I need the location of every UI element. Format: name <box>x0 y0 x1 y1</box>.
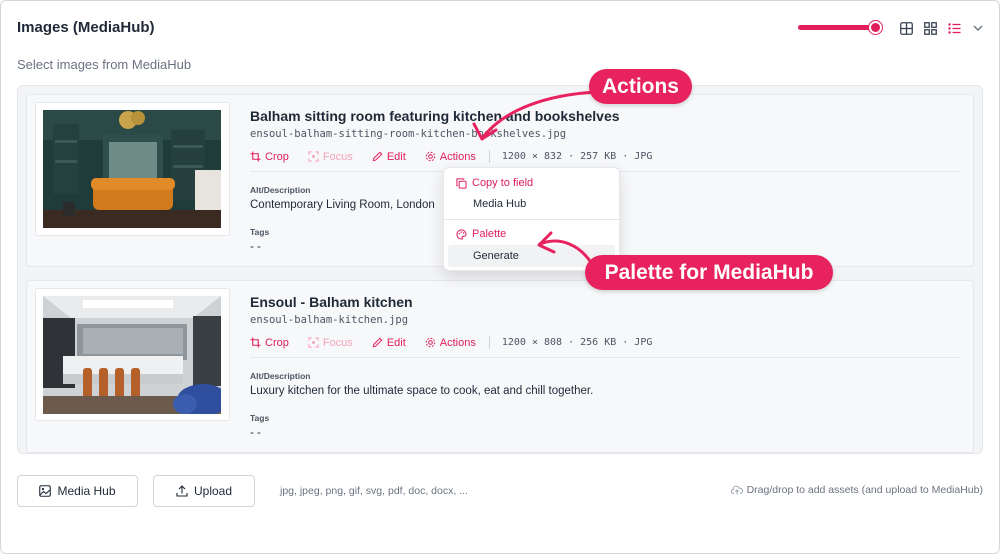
alt-value[interactable]: Luxury kitchen for the ultimate space to… <box>250 385 593 397</box>
upload-icon <box>176 485 188 497</box>
image-filename: ensoul-balham-sitting-room-kitchen-books… <box>250 128 567 140</box>
alt-label: Alt/Description <box>250 185 311 195</box>
chevron-down-icon[interactable] <box>970 20 986 36</box>
crop-button[interactable]: Crop <box>250 151 289 163</box>
crop-label: Crop <box>265 336 289 349</box>
focus-icon <box>308 337 319 348</box>
image-thumbnail[interactable] <box>35 102 230 236</box>
actions-button[interactable]: Actions <box>425 151 476 163</box>
focus-button[interactable]: Focus <box>308 151 353 163</box>
focus-button[interactable]: Focus <box>308 337 353 349</box>
grid-small-icon[interactable] <box>922 20 938 36</box>
divider <box>488 150 490 163</box>
dragdrop-hint: Drag/drop to add assets (and upload to M… <box>730 484 983 496</box>
cloud-upload-icon <box>730 485 743 495</box>
crop-button[interactable]: Crop <box>250 337 289 349</box>
actions-dropdown-menu: Copy to field Media Hub Palette Generate <box>443 167 620 271</box>
slider-thumb[interactable] <box>869 21 882 34</box>
media-hub-button[interactable]: Media Hub <box>17 475 138 507</box>
image-meta: 1200 × 832 · 257 KB · JPG <box>501 151 653 162</box>
actions-callout: Actions <box>589 69 692 104</box>
image-title: Ensoul - Balham kitchen <box>250 294 413 310</box>
divider <box>444 219 619 220</box>
edit-label: Edit <box>386 150 406 163</box>
list-icon[interactable] <box>946 20 962 36</box>
image-meta: 1200 × 808 · 256 KB · JPG <box>501 337 653 348</box>
divider <box>488 336 490 349</box>
tags-label: Tags <box>250 413 270 423</box>
gear-icon <box>425 151 436 162</box>
upload-button-label: Upload <box>193 484 233 498</box>
view-toolbar <box>798 18 986 38</box>
slider-track <box>798 25 876 30</box>
pencil-icon <box>372 151 383 162</box>
upload-button[interactable]: Upload <box>153 475 255 507</box>
tags-value[interactable]: - - <box>250 427 261 439</box>
copy-to-field-label: Copy to field <box>472 177 534 189</box>
grid-large-icon[interactable] <box>898 20 914 36</box>
edit-button[interactable]: Edit <box>372 151 406 163</box>
palette-icon <box>456 228 467 240</box>
divider <box>250 357 961 358</box>
image-title: Balham sitting room featuring kitchen an… <box>250 108 620 124</box>
copy-to-field-header: Copy to field <box>456 177 533 189</box>
allowed-formats: jpg, jpeg, png, gif, svg, pdf, doc, docx… <box>280 485 468 497</box>
menu-item-media-hub[interactable]: Media Hub <box>448 193 615 215</box>
focus-label: Focus <box>322 150 353 163</box>
alt-value[interactable]: Contemporary Living Room, London <box>250 199 435 211</box>
image-icon <box>39 485 52 497</box>
tags-label: Tags <box>250 227 270 237</box>
panel-subtitle: Select images from MediaHub <box>17 57 192 72</box>
edit-label: Edit <box>386 336 406 349</box>
media-hub-button-label: Media Hub <box>57 484 116 498</box>
crop-icon <box>250 151 261 162</box>
actions-label: Actions <box>439 150 476 163</box>
palette-header: Palette <box>456 228 506 240</box>
focus-label: Focus <box>322 336 353 349</box>
focus-icon <box>308 151 319 162</box>
dragdrop-label: Drag/drop to add assets (and upload to M… <box>746 484 983 496</box>
image-actions-bar: Crop Focus Edit Actions 1200 × 808 · 256… <box>250 336 652 349</box>
living-room-photo <box>43 110 221 228</box>
palette-callout: Palette for MediaHub <box>585 255 833 290</box>
image-filename: ensoul-balham-kitchen.jpg <box>250 314 409 326</box>
gear-icon <box>425 337 436 348</box>
thumbnail-size-slider[interactable] <box>798 18 882 38</box>
actions-button[interactable]: Actions <box>425 337 476 349</box>
alt-label: Alt/Description <box>250 371 311 381</box>
image-actions-bar: Crop Focus Edit Actions 1200 × 832 · 257… <box>250 150 652 163</box>
actions-label: Actions <box>439 336 476 349</box>
panel-title: Images (MediaHub) <box>17 19 155 36</box>
tags-value[interactable]: - - <box>250 241 261 253</box>
kitchen-photo <box>43 296 221 414</box>
image-thumbnail[interactable] <box>35 288 230 421</box>
crop-icon <box>250 337 261 348</box>
pencil-icon <box>372 337 383 348</box>
edit-button[interactable]: Edit <box>372 337 406 349</box>
image-card: Ensoul - Balham kitchen ensoul-balham-ki… <box>26 280 974 453</box>
crop-label: Crop <box>265 150 289 163</box>
palette-label: Palette <box>472 228 507 240</box>
copy-icon <box>456 177 467 189</box>
